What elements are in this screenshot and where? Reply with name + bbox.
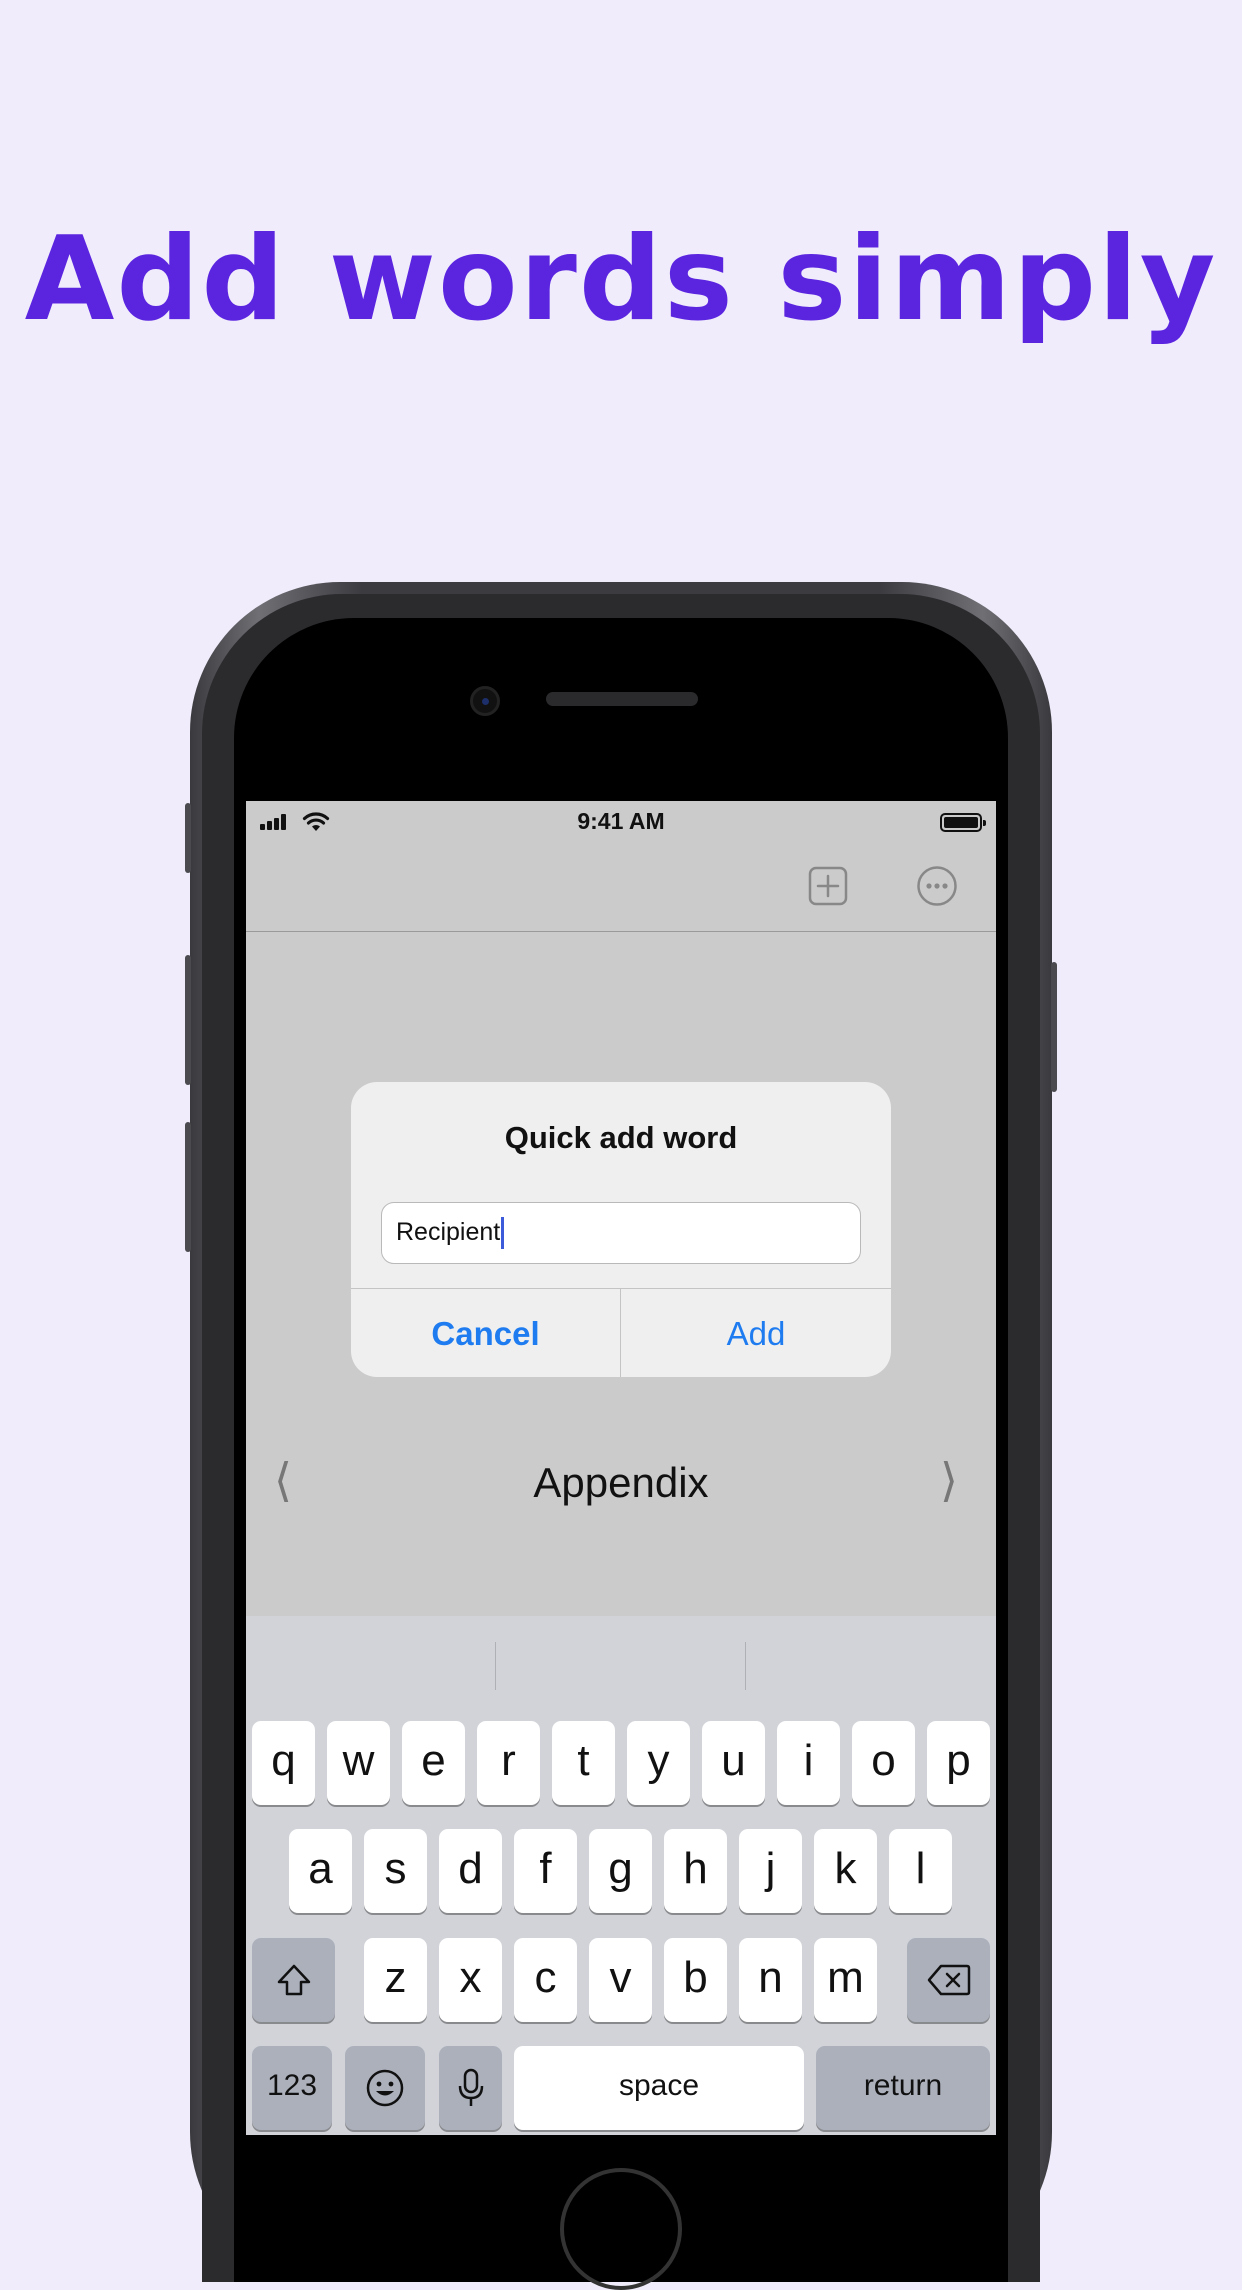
- battery-icon: [940, 813, 986, 832]
- mute-switch: [185, 803, 191, 873]
- key-q[interactable]: q: [252, 1721, 315, 1805]
- power-button: [1051, 962, 1057, 1092]
- phone-screen: 9:41 AM Quick add word Recipient Cancel …: [246, 801, 996, 2135]
- dictation-key[interactable]: [439, 2046, 502, 2130]
- quick-add-dialog: Quick add word Recipient Cancel Add: [351, 1082, 891, 1377]
- delete-key[interactable]: [907, 1938, 990, 2022]
- emoji-icon: [366, 2069, 404, 2107]
- earpiece-speaker: [546, 692, 698, 706]
- key-t[interactable]: t: [552, 1721, 615, 1805]
- key-h[interactable]: h: [664, 1829, 727, 1913]
- key-f[interactable]: f: [514, 1829, 577, 1913]
- key-r[interactable]: r: [477, 1721, 540, 1805]
- volume-down-button: [185, 1122, 191, 1252]
- navigation-bar: [246, 841, 996, 932]
- key-i[interactable]: i: [777, 1721, 840, 1805]
- status-time: 9:41 AM: [577, 808, 665, 834]
- key-u[interactable]: u: [702, 1721, 765, 1805]
- key-v[interactable]: v: [589, 1938, 652, 2022]
- key-m[interactable]: m: [814, 1938, 877, 2022]
- word-input[interactable]: Recipient: [381, 1202, 861, 1264]
- cancel-button[interactable]: Cancel: [351, 1289, 621, 1377]
- numbers-key[interactable]: 123: [252, 2046, 332, 2130]
- key-g[interactable]: g: [589, 1829, 652, 1913]
- current-word: Appendix: [533, 1459, 709, 1506]
- key-n[interactable]: n: [739, 1938, 802, 2022]
- key-j[interactable]: j: [739, 1829, 802, 1913]
- dialog-title: Quick add word: [504, 1120, 738, 1155]
- more-ellipsis-icon[interactable]: [916, 865, 958, 907]
- volume-up-button: [185, 955, 191, 1085]
- key-l[interactable]: l: [889, 1829, 952, 1913]
- key-o[interactable]: o: [852, 1721, 915, 1805]
- key-s[interactable]: s: [364, 1829, 427, 1913]
- word-input-value: Recipient: [396, 1218, 501, 1246]
- key-y[interactable]: y: [627, 1721, 690, 1805]
- status-bar: 9:41 AM: [246, 801, 996, 841]
- space-key[interactable]: space: [514, 2046, 804, 2130]
- suggestion-divider: [745, 1642, 746, 1690]
- key-e[interactable]: e: [402, 1721, 465, 1805]
- emoji-key[interactable]: [345, 2046, 425, 2130]
- shift-icon: [277, 1964, 310, 1996]
- add-square-icon[interactable]: [807, 865, 849, 907]
- home-button[interactable]: [560, 2168, 682, 2290]
- key-c[interactable]: c: [514, 1938, 577, 2022]
- key-k[interactable]: k: [814, 1829, 877, 1913]
- key-a[interactable]: a: [289, 1829, 352, 1913]
- key-x[interactable]: x: [439, 1938, 502, 2022]
- shift-key[interactable]: [252, 1938, 335, 2022]
- text-caret: [501, 1217, 505, 1250]
- key-p[interactable]: p: [927, 1721, 990, 1805]
- microphone-icon: [458, 2068, 483, 2106]
- return-key[interactable]: return: [816, 2046, 990, 2130]
- key-b[interactable]: b: [664, 1938, 727, 2022]
- key-d[interactable]: d: [439, 1829, 502, 1913]
- add-button[interactable]: Add: [621, 1289, 891, 1377]
- front-camera: [470, 686, 500, 716]
- backspace-icon: [927, 1964, 970, 1996]
- key-z[interactable]: z: [364, 1938, 427, 2022]
- dialog-button-row: Cancel Add: [351, 1288, 891, 1377]
- key-w[interactable]: w: [327, 1721, 390, 1805]
- keyboard: q w e r t y u i o p a s d f g h j k l z …: [246, 1616, 996, 2135]
- headline: Add words simply: [24, 212, 1218, 347]
- next-word-chevron-icon[interactable]: ⟩: [940, 1453, 958, 1507]
- suggestion-divider: [495, 1642, 496, 1690]
